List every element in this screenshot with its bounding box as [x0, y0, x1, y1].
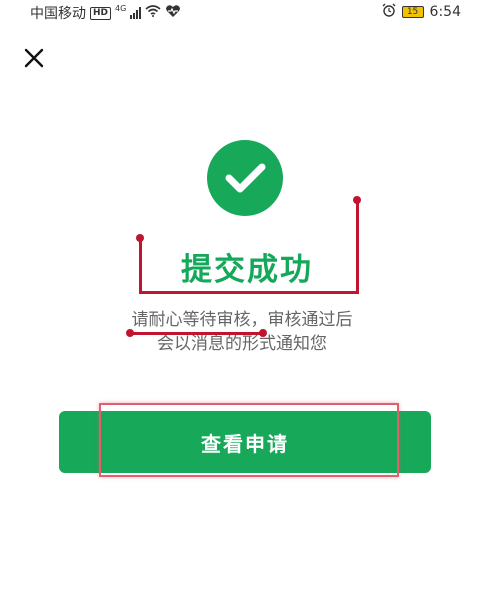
alarm-icon	[382, 3, 396, 21]
view-application-label: 查看申请	[201, 431, 289, 456]
close-button[interactable]	[20, 44, 48, 72]
close-icon	[24, 48, 44, 68]
status-right: 15 6:54	[382, 3, 461, 21]
battery-level: 15	[406, 7, 419, 17]
battery-icon: 15	[401, 6, 424, 18]
clock: 6:54	[429, 4, 461, 20]
carrier-label: 中国移动	[30, 6, 86, 22]
view-application-button[interactable]: 查看申请	[59, 411, 431, 473]
hd-badge: HD	[90, 6, 112, 20]
signal-icon	[130, 7, 142, 19]
success-title: 提交成功	[181, 252, 313, 288]
heart-rate-icon	[165, 4, 181, 22]
description-line-1: 请耐心等待审核，审核通过后	[131, 310, 353, 330]
success-description: 请耐心等待审核，审核通过后 会以消息的形式通知您	[90, 308, 394, 356]
description-line-2: 会以消息的形式通知您	[157, 334, 327, 354]
success-check-icon	[207, 140, 283, 216]
wifi-icon	[145, 5, 161, 21]
network-type: 4G	[115, 3, 127, 13]
status-left: 中国移动 HD 4G	[30, 3, 181, 23]
status-bar: 中国移动 HD 4G 15 6:54	[0, 0, 481, 26]
